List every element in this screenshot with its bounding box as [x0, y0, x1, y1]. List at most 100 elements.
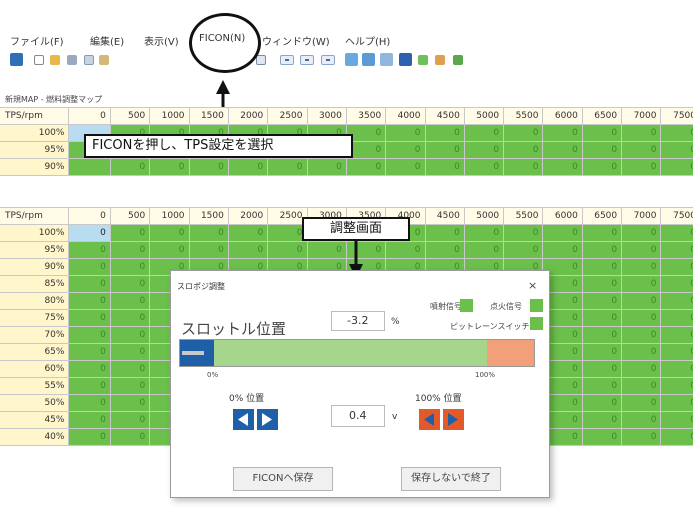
map-cell[interactable]: 0 [463, 224, 505, 242]
tps-row-header[interactable]: 100% [0, 124, 70, 142]
table-icon[interactable] [256, 55, 266, 65]
tps-row-header[interactable]: 60% [0, 360, 70, 378]
map-cell[interactable]: 0 [542, 241, 583, 259]
map-cell[interactable]: 0 [621, 275, 662, 293]
map-cell[interactable]: 0 [149, 158, 190, 176]
rpm-column-header[interactable]: 6000 [542, 107, 583, 125]
map-cell[interactable]: 0 [109, 258, 151, 276]
map-cell[interactable]: 0 [503, 241, 544, 259]
map-cell[interactable]: 0 [660, 292, 693, 310]
tps-row-header[interactable]: 95% [0, 141, 70, 159]
map-cell[interactable]: 0 [149, 241, 190, 259]
map-cell[interactable]: 0 [621, 411, 662, 429]
map-cell[interactable]: 0 [660, 411, 693, 429]
map-cell[interactable]: 0 [385, 241, 426, 259]
rpm-column-header[interactable]: 2000 [227, 207, 269, 225]
new-file-icon[interactable] [34, 55, 44, 65]
app-icon[interactable] [10, 53, 23, 66]
map-cell[interactable]: 0 [621, 292, 662, 310]
paste-icon[interactable] [99, 55, 109, 65]
map-cell[interactable]: 0 [542, 158, 583, 176]
rpm-column-header[interactable]: 6000 [542, 207, 583, 225]
map-cell[interactable]: 0 [581, 124, 623, 142]
hundred-increase-button[interactable] [443, 409, 464, 430]
exit-without-saving-button[interactable]: 保存しないで終了 [401, 467, 501, 491]
rpm-column-header[interactable]: 1000 [149, 107, 190, 125]
map-cell[interactable]: 0 [109, 428, 151, 446]
map-cell[interactable]: 0 [581, 309, 623, 327]
map-cell[interactable]: 0 [660, 377, 693, 395]
map-cell[interactable]: 0 [660, 158, 693, 176]
map-cell[interactable]: 0 [660, 428, 693, 446]
map-cell[interactable]: 0 [660, 343, 693, 361]
map-cell[interactable]: 0 [109, 377, 151, 395]
tps-row-header[interactable]: 65% [0, 343, 70, 361]
map-cell[interactable]: 0 [68, 258, 111, 276]
monitor-icon[interactable] [399, 53, 412, 66]
map-cell[interactable]: 0 [306, 241, 347, 259]
rpm-column-header[interactable]: 7000 [621, 107, 662, 125]
map-cell[interactable]: 0 [660, 224, 693, 242]
map-cell[interactable]: 0 [109, 309, 151, 327]
map-cell[interactable]: 0 [581, 343, 623, 361]
menu-view[interactable]: 表示(V) [144, 33, 179, 48]
map-cell[interactable]: 0 [660, 124, 693, 142]
rpm-column-header[interactable]: 7500 [660, 207, 693, 225]
tps-row-header[interactable]: 40% [0, 428, 70, 446]
rpm-column-header[interactable]: 4000 [385, 107, 426, 125]
map-cell[interactable]: 0 [581, 360, 623, 378]
map-cell[interactable]: 0 [660, 360, 693, 378]
tps-row-header[interactable]: 95% [0, 241, 70, 259]
rpm-column-header[interactable]: 4500 [424, 207, 465, 225]
tps-row-header[interactable]: 90% [0, 258, 70, 276]
map-cell[interactable]: 0 [424, 241, 465, 259]
tps-row-header[interactable]: 90% [0, 158, 70, 176]
map-cell[interactable]: 0 [109, 360, 151, 378]
map-cell[interactable]: 0 [503, 124, 544, 142]
rpm-column-header[interactable]: 6500 [581, 107, 623, 125]
rpm-column-header[interactable]: 6500 [581, 207, 623, 225]
map-cell[interactable]: 0 [424, 158, 465, 176]
save-to-ficon-button[interactable]: FICONへ保存 [233, 467, 333, 491]
map-cell[interactable]: 0 [267, 241, 308, 259]
map-cell[interactable]: 0 [621, 258, 662, 276]
map-cell[interactable]: 0 [660, 258, 693, 276]
row-dropdown-icon[interactable] [300, 55, 314, 65]
upload-icon[interactable] [418, 55, 428, 65]
rpm-column-header[interactable]: 500 [109, 107, 151, 125]
map-cell[interactable]: 0 [660, 275, 693, 293]
map-cell[interactable]: 0 [660, 309, 693, 327]
map-cell[interactable]: 0 [424, 141, 465, 159]
rpm-column-header[interactable]: 500 [109, 207, 151, 225]
map-cell[interactable]: 0 [109, 343, 151, 361]
zero-decrease-button[interactable] [233, 409, 254, 430]
rpm-column-header[interactable]: 4500 [424, 107, 465, 125]
map-cell[interactable]: 0 [463, 124, 505, 142]
map-cell[interactable]: 0 [581, 377, 623, 395]
map-cell[interactable]: 0 [109, 411, 151, 429]
map-cell[interactable]: 0 [109, 326, 151, 344]
map-cell[interactable]: 0 [385, 158, 426, 176]
map-cell[interactable]: 0 [68, 292, 111, 310]
rpm-column-header[interactable]: 5500 [503, 107, 544, 125]
map-cell[interactable] [68, 158, 111, 176]
map-cell[interactable]: 0 [68, 394, 111, 412]
tps-row-header[interactable]: 70% [0, 326, 70, 344]
rpm-column-header[interactable]: 3000 [306, 107, 347, 125]
rpm-column-header[interactable]: 1500 [188, 207, 229, 225]
tps-row-header[interactable]: 80% [0, 292, 70, 310]
map-cell[interactable]: 0 [581, 241, 623, 259]
map-cell[interactable]: 0 [385, 124, 426, 142]
menu-window[interactable]: ウィンドウ(W) [262, 33, 330, 48]
rpm-column-header[interactable]: 5000 [463, 207, 505, 225]
menu-help[interactable]: ヘルプ(H) [345, 33, 390, 48]
map-cell[interactable]: 0 [660, 394, 693, 412]
map-cell[interactable]: 0 [345, 158, 387, 176]
transfer-icon[interactable] [453, 55, 463, 65]
map-cell[interactable]: 0 [463, 141, 505, 159]
map-cell[interactable]: 0 [463, 241, 505, 259]
map-cell[interactable]: 0 [109, 394, 151, 412]
rpm-column-header[interactable]: 0 [68, 207, 111, 225]
map-cell[interactable]: 0 [621, 241, 662, 259]
rpm-column-header[interactable]: 5000 [463, 107, 505, 125]
